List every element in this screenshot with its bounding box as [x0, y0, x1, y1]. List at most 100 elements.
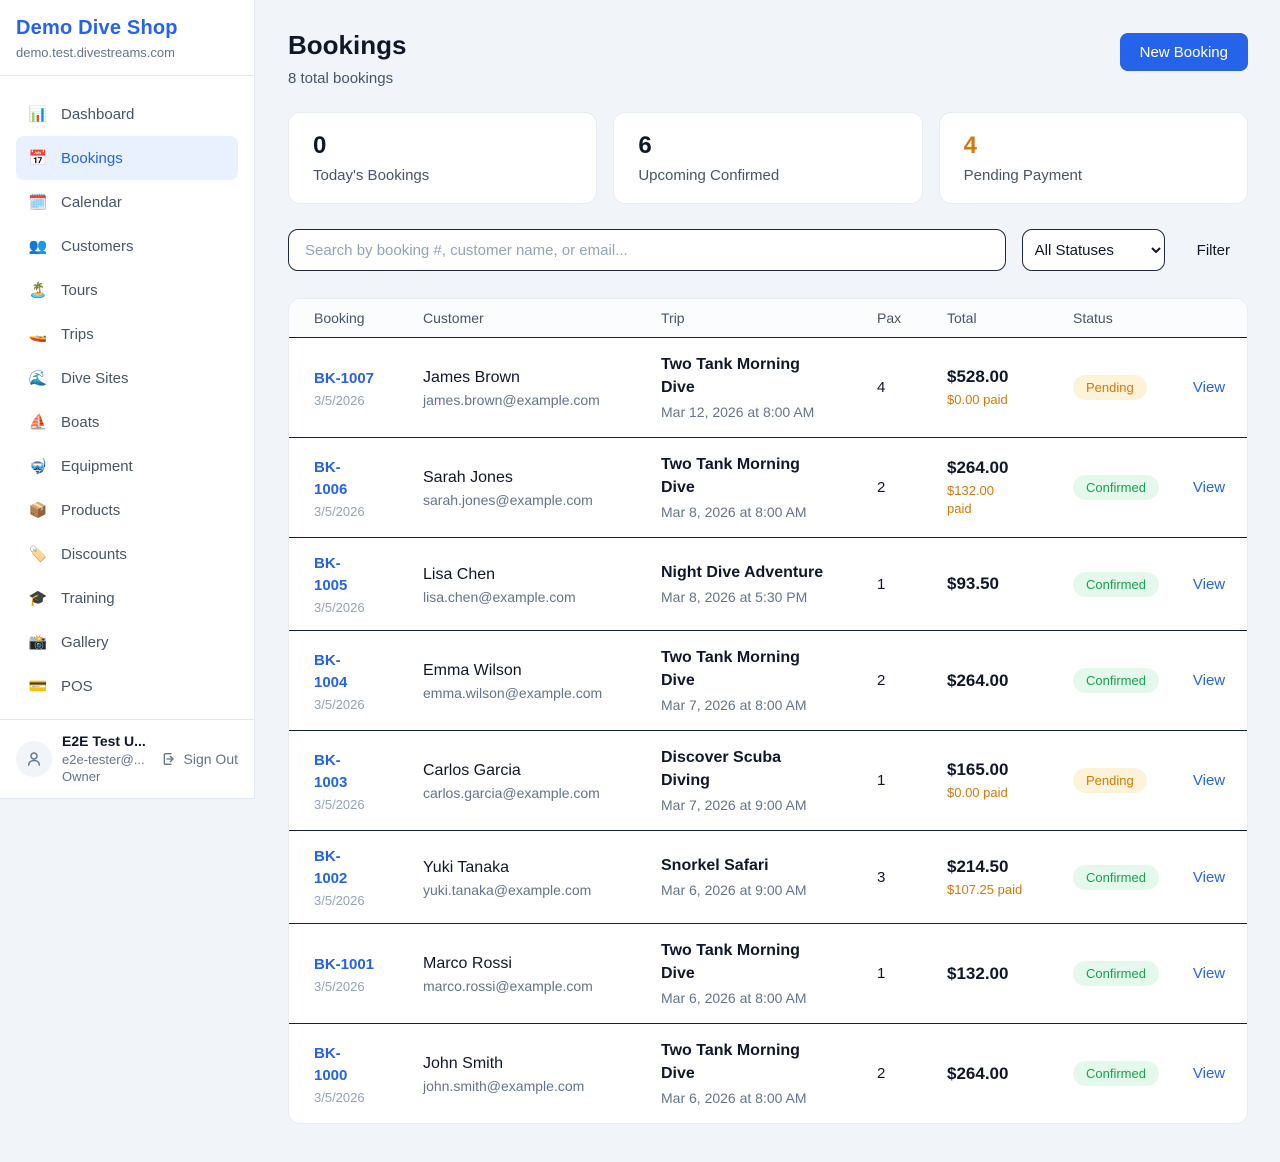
trip-name: Discover Scuba Diving [661, 746, 853, 792]
view-link[interactable]: View [1193, 869, 1225, 886]
stat-label: Pending Payment [964, 167, 1223, 184]
paid-amount: $107.25 paid [947, 881, 1049, 899]
package-icon: 📦 [28, 501, 48, 519]
customer-name: Carlos Garcia [423, 760, 637, 782]
sidebar-item-training[interactable]: 🎓 Training [16, 576, 238, 620]
table-row: BK- 1000 3/5/2026 John Smith john.smith@… [289, 1024, 1247, 1123]
booking-number-link[interactable]: BK- 1004 [314, 650, 399, 694]
pax-count: 4 [877, 379, 923, 396]
booking-date: 3/5/2026 [314, 1090, 399, 1105]
credit-card-icon: 💳 [28, 677, 48, 695]
view-link[interactable]: View [1193, 479, 1225, 496]
spiral-calendar-icon: 🗓️ [28, 193, 48, 211]
sidebar-item-tours[interactable]: 🏝️ Tours [16, 268, 238, 312]
booking-number-link[interactable]: BK-1001 [314, 954, 399, 976]
trip-name: Snorkel Safari [661, 854, 853, 877]
status-badge: Pending [1073, 375, 1147, 400]
view-link[interactable]: View [1193, 576, 1225, 593]
customer-name: Yuki Tanaka [423, 857, 637, 879]
total-amount: $528.00 [947, 366, 1049, 388]
booking-number-link[interactable]: BK- 1000 [314, 1043, 399, 1087]
logout-icon [161, 751, 177, 767]
sidebar-item-trips[interactable]: 🚤 Trips [16, 312, 238, 356]
pax-count: 3 [877, 869, 923, 886]
column-header-actions [1171, 299, 1247, 337]
sidebar-item-label: Discounts [61, 546, 127, 563]
customer-email: yuki.tanaka@example.com [423, 882, 637, 898]
sidebar-item-label: Bookings [61, 150, 123, 167]
stats-row: 0 Today's Bookings 6 Upcoming Confirmed … [288, 112, 1248, 204]
camera-icon: 📸 [28, 633, 48, 651]
sidebar-item-dashboard[interactable]: 📊 Dashboard [16, 92, 238, 136]
shop-title: Demo Dive Shop [16, 17, 238, 40]
view-link[interactable]: View [1193, 772, 1225, 789]
page-title: Bookings [288, 30, 406, 61]
customer-name: Lisa Chen [423, 564, 637, 586]
customer-email: lisa.chen@example.com [423, 589, 637, 605]
tag-icon: 🏷️ [28, 545, 48, 563]
filter-button[interactable]: Filter [1197, 242, 1230, 259]
user-name: E2E Test U... [62, 733, 151, 749]
people-icon: 👥 [28, 237, 48, 255]
booking-number-link[interactable]: BK- 1005 [314, 553, 399, 597]
total-amount: $214.50 [947, 856, 1049, 878]
booking-number-link[interactable]: BK- 1002 [314, 846, 399, 890]
stat-label: Today's Bookings [313, 167, 572, 184]
sidebar-item-pos[interactable]: 💳 POS [16, 664, 238, 708]
new-booking-button[interactable]: New Booking [1120, 33, 1248, 71]
sidebar-item-discounts[interactable]: 🏷️ Discounts [16, 532, 238, 576]
table-row: BK- 1004 3/5/2026 Emma Wilson emma.wilso… [289, 631, 1247, 731]
total-amount: $264.00 [947, 1063, 1049, 1085]
booking-number-link[interactable]: BK- 1006 [314, 457, 399, 501]
sidebar-item-boats[interactable]: ⛵ Boats [16, 400, 238, 444]
sidebar-item-bookings[interactable]: 📅 Bookings [16, 136, 238, 180]
total-amount: $264.00 [947, 670, 1049, 692]
status-filter-select[interactable]: All Statuses [1022, 229, 1165, 271]
total-amount: $264.00 [947, 457, 1049, 479]
customer-email: emma.wilson@example.com [423, 685, 637, 701]
booking-number-link[interactable]: BK-1007 [314, 368, 399, 390]
view-link[interactable]: View [1193, 965, 1225, 982]
pax-count: 2 [877, 672, 923, 689]
customer-name: James Brown [423, 367, 637, 389]
sidebar-item-label: POS [61, 678, 93, 695]
sidebar-item-products[interactable]: 📦 Products [16, 488, 238, 532]
paid-amount: $132.00 paid [947, 482, 1049, 518]
booking-date: 3/5/2026 [314, 393, 399, 408]
speedboat-icon: 🚤 [28, 325, 48, 343]
paid-amount: $0.00 paid [947, 784, 1049, 802]
trip-datetime: Mar 7, 2026 at 9:00 AM [661, 796, 853, 815]
graduation-cap-icon: 🎓 [28, 589, 48, 607]
shop-domain: demo.test.divestreams.com [16, 45, 238, 60]
pax-count: 2 [877, 1065, 923, 1082]
column-header-status: Status [1061, 299, 1171, 337]
stat-label: Upcoming Confirmed [638, 167, 897, 184]
customer-name: John Smith [423, 1053, 637, 1075]
sidebar-item-customers[interactable]: 👥 Customers [16, 224, 238, 268]
trip-name: Night Dive Adventure [661, 561, 853, 584]
status-badge: Confirmed [1073, 572, 1159, 597]
page-header: Bookings 8 total bookings New Booking [288, 30, 1248, 87]
island-icon: 🏝️ [28, 281, 48, 299]
total-amount: $165.00 [947, 759, 1049, 781]
view-link[interactable]: View [1193, 379, 1225, 396]
customer-name: Marco Rossi [423, 953, 637, 975]
user-email: e2e-tester@... [62, 751, 151, 768]
sidebar-item-label: Dive Sites [61, 370, 129, 387]
status-badge: Confirmed [1073, 961, 1159, 986]
view-link[interactable]: View [1193, 1065, 1225, 1082]
pax-count: 1 [877, 576, 923, 593]
search-input[interactable] [288, 229, 1006, 271]
sidebar-item-equipment[interactable]: 🤿 Equipment [16, 444, 238, 488]
wave-icon: 🌊 [28, 369, 48, 387]
sidebar-item-calendar[interactable]: 🗓️ Calendar [16, 180, 238, 224]
sidebar-item-gallery[interactable]: 📸 Gallery [16, 620, 238, 664]
customer-name: Emma Wilson [423, 660, 637, 682]
booking-number-link[interactable]: BK- 1003 [314, 750, 399, 794]
view-link[interactable]: View [1193, 672, 1225, 689]
customer-email: carlos.garcia@example.com [423, 785, 637, 801]
sidebar-item-dive-sites[interactable]: 🌊 Dive Sites [16, 356, 238, 400]
sign-out-button[interactable]: Sign Out [161, 751, 238, 767]
sidebar-item-label: Calendar [61, 194, 122, 211]
stat-card: 6 Upcoming Confirmed [613, 112, 922, 204]
